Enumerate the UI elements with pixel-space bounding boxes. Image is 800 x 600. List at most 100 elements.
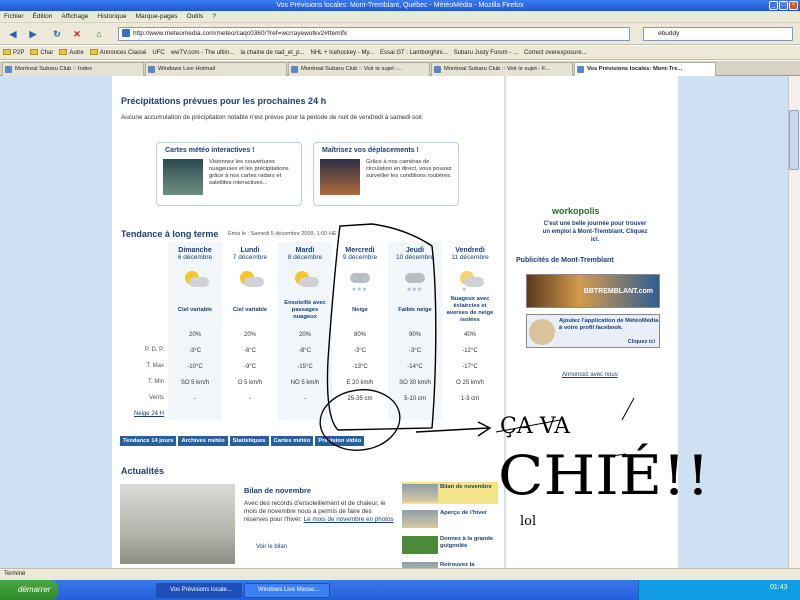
news-heading: Actualités <box>121 466 165 476</box>
bookmark-item[interactable]: NHL + Icehockey - My... <box>311 46 375 59</box>
search-input[interactable]: ebuddy <box>643 27 793 41</box>
bookmark-item[interactable]: Correct overexposure... <box>524 46 587 59</box>
news-side-label[interactable]: Aperçu de l'hiver <box>440 510 487 517</box>
ads-heading: Publicités de Mont-Tremblant <box>516 257 614 264</box>
promo-traffic[interactable]: Maîtrisez vos déplacements ! Grâce à nos… <box>313 142 459 206</box>
day-wind: O 25 km/h <box>456 380 484 386</box>
day-wind: NO 5 km/h <box>290 380 320 386</box>
day-pdp: 40% <box>463 332 476 338</box>
back-icon[interactable]: ◀ <box>6 27 20 41</box>
folder-icon <box>30 49 39 56</box>
home-icon[interactable]: ⌂ <box>92 27 106 41</box>
bookmarks-toolbar: P2P Char Autre Annonces Classé UFC wwTV.… <box>0 46 800 60</box>
day-pdp: 20% <box>188 332 201 338</box>
day-description: Ciel variable <box>177 306 213 313</box>
task-messenger[interactable]: Windows Live Messe... <box>244 583 330 598</box>
day-tmax: -3°C <box>188 348 202 354</box>
menu-view[interactable]: Affichage <box>61 11 88 22</box>
day-name: Jeudi <box>405 247 425 254</box>
precip-heading: Précipitations prévues pour les prochain… <box>121 96 327 106</box>
day-name: Dimanche <box>178 247 212 254</box>
scrollbar-thumb[interactable] <box>789 110 799 170</box>
tab-subaru-index[interactable]: Montreal Subaru Club :: Index <box>2 62 144 76</box>
url-bar[interactable]: http://www.meteomedia.com/meteo/caqc0360… <box>118 27 630 41</box>
promo-title: Maîtrisez vos déplacements ! <box>322 147 419 154</box>
row-label-snow[interactable]: Neige 24 H <box>120 406 164 422</box>
tab-meteomedia[interactable]: Vos Prévisions locales: Mont-Tre... <box>574 62 716 76</box>
news-image[interactable] <box>120 484 235 564</box>
day-tmax: -12°C <box>462 348 478 354</box>
row-label-tmin: T. Min <box>147 379 164 385</box>
ad-facebook[interactable]: Ajoutez l'application de MétéoMédia à vo… <box>526 314 660 348</box>
forecast-day-5: Vendredi 11 décembre ❄ Nuageux avec éclairc… <box>443 242 497 420</box>
day-tmax: -3°C <box>408 348 422 354</box>
news-title[interactable]: Bilan de novembre <box>244 486 311 495</box>
bookmark-item[interactable]: Char <box>30 46 53 59</box>
annotation-text-1: ÇA VA <box>500 414 570 439</box>
day-snow: 5-10 cm <box>404 396 426 402</box>
menu-history[interactable]: Historique <box>97 11 126 22</box>
nav-stats[interactable]: Statistiques <box>229 436 269 446</box>
status-bar: Terminé <box>0 568 800 580</box>
bookmark-item[interactable]: P2P <box>3 46 24 59</box>
workopolis-text[interactable]: C'est une belle journée pour trouver un … <box>540 220 650 244</box>
snow-cloud-icon: ❄❄❄ <box>346 269 374 293</box>
menu-help[interactable]: ? <box>212 11 216 22</box>
menu-edit[interactable]: Édition <box>33 11 53 22</box>
bookmark-item[interactable]: wwTV.com - The ultim... <box>171 46 235 59</box>
trend-heading: Tendance à long terme <box>121 229 219 239</box>
nav-archives[interactable]: Archives météo <box>178 436 228 446</box>
row-label-wind: Vents <box>148 395 164 401</box>
day-snow: - <box>249 396 251 402</box>
row-label-tmax: T. Max <box>146 363 164 369</box>
bookmark-item[interactable]: UFC <box>152 46 164 59</box>
news-side-label[interactable]: Donnez à la grande guignolée <box>440 536 498 550</box>
start-button[interactable]: démarrer <box>0 580 58 600</box>
day-tmin: -15°C <box>297 364 313 370</box>
bookmark-item[interactable]: la chaine de nad_et_p... <box>240 46 304 59</box>
folder-icon <box>59 49 68 56</box>
day-name: Mercredi <box>345 247 375 254</box>
workopolis-logo[interactable]: workopolis <box>552 206 600 216</box>
news-body: Avec des records d'ensoleillement et de … <box>244 500 394 523</box>
minimize-icon[interactable]: _ <box>769 1 778 10</box>
tab-subaru-topic-2[interactable]: Montreal Subaru Club :: Voir le sujet - … <box>431 62 573 76</box>
nav-maps[interactable]: Cartes météo <box>270 436 314 446</box>
ad-facebook-cta: Cliquez ici <box>627 339 655 345</box>
news-more-link[interactable]: Voir le bilan <box>256 544 287 550</box>
tab-subaru-topic-1[interactable]: Montreal Subaru Club :: Voir le sujet -.… <box>288 62 430 76</box>
forecast-nav: Tendance 14 jours Archives météo Statist… <box>120 436 365 446</box>
row-label-pdp: P. D. P. <box>144 347 164 353</box>
day-wind: SO 5 km/h <box>180 380 210 386</box>
ad-facebook-text: Ajoutez l'application de MétéoMédia à vo… <box>559 318 659 331</box>
nav-video[interactable]: Prévision vidéo <box>315 436 365 446</box>
snow-cloud-icon: ❄❄❄ <box>401 269 429 293</box>
window-titlebar: Vos Prévisions locales: Mont-Tremblant, … <box>0 0 800 11</box>
reload-icon[interactable]: ↻ <box>50 27 64 41</box>
tab-hotmail[interactable]: Windows Live Hotmail <box>145 62 287 76</box>
nav-14-day[interactable]: Tendance 14 jours <box>120 436 177 446</box>
forward-icon[interactable]: ▶ <box>26 27 40 41</box>
day-wind: O 5 km/h <box>237 380 263 386</box>
menu-tools[interactable]: Outils <box>187 11 204 22</box>
bookmark-item[interactable]: Essai GT : Lamborghini... <box>380 46 448 59</box>
day-tmax: -6°C <box>243 348 257 354</box>
menu-file[interactable]: Fichier <box>4 11 24 22</box>
bookmark-item[interactable]: Subaru Justy Forum - ... <box>454 46 518 59</box>
bookmark-item[interactable]: Autre <box>59 46 84 59</box>
close-icon[interactable]: × <box>789 1 798 10</box>
clock: 01:43 <box>770 584 788 591</box>
menu-bookmarks[interactable]: Marque-pages <box>136 11 178 22</box>
promo-interactive-maps[interactable]: Cartes météo interactives ! Visionnez le… <box>156 142 302 206</box>
promo-image <box>163 159 203 195</box>
stop-icon[interactable]: ✕ <box>70 27 84 41</box>
news-link[interactable]: Le mois de novembre en photos <box>304 516 394 523</box>
ad-bbtremblant[interactable]: BBTREMBLANT.com <box>526 274 660 308</box>
maximize-icon[interactable]: □ <box>779 1 788 10</box>
bookmark-item[interactable]: Annonces Classé <box>89 46 146 59</box>
folder-icon <box>3 49 11 56</box>
window-controls: _ □ × <box>769 1 798 10</box>
advertise-link[interactable]: Annoncez avec nous <box>562 372 618 378</box>
day-snow: 25-35 cm <box>347 396 373 402</box>
task-firefox[interactable]: Vos Prévisions locale... <box>156 583 242 598</box>
